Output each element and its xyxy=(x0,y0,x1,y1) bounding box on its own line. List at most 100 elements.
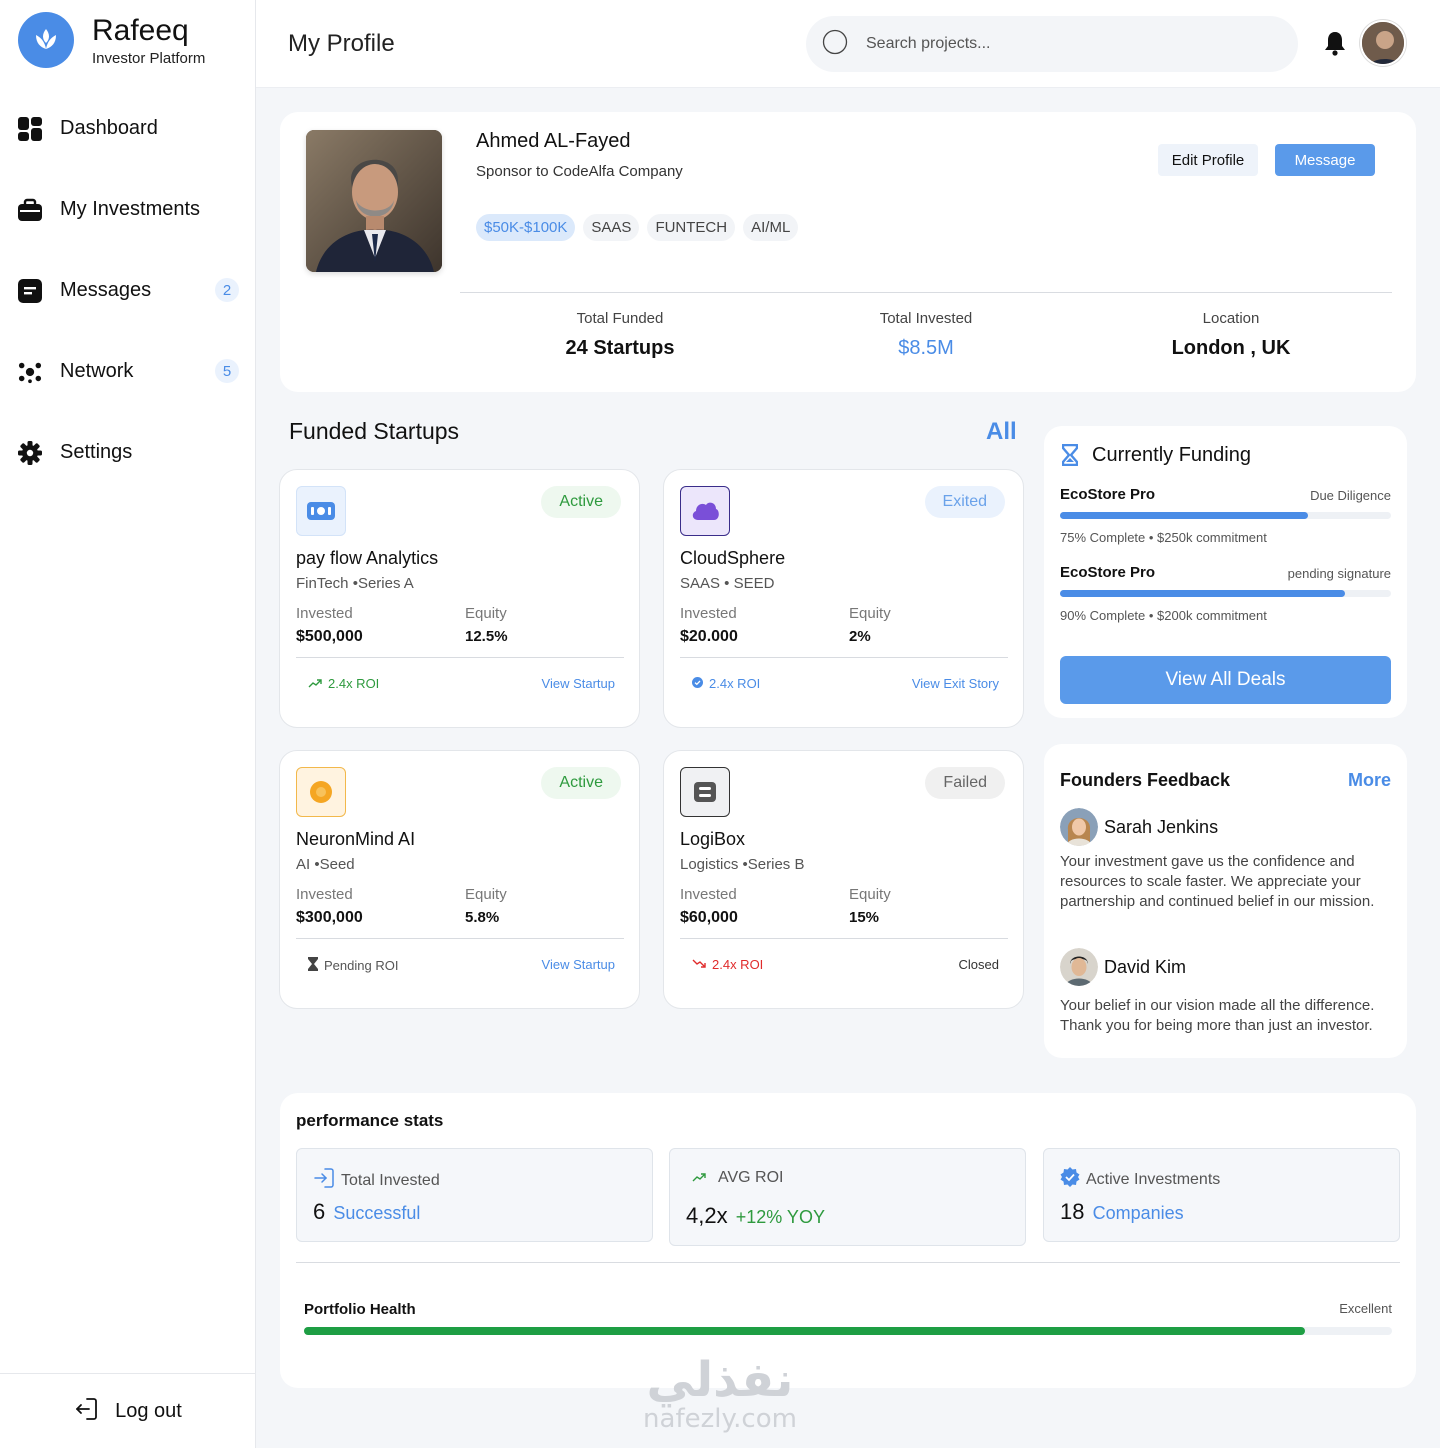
deal-name: EcoStore Pro xyxy=(1060,564,1156,581)
stat-sub: Companies xyxy=(1092,1203,1184,1223)
watermark-latin: nafezly.com xyxy=(643,1404,797,1434)
edit-profile-button[interactable]: Edit Profile xyxy=(1158,144,1258,176)
stat-label: Total Funded xyxy=(576,310,664,327)
startup-card[interactable]: Active pay flow Analytics FinTech •Serie… xyxy=(279,469,640,728)
cloud-icon xyxy=(680,486,730,536)
deal-progress-bar xyxy=(1060,512,1391,519)
feedback-text: Your belief in our vision made all the d… xyxy=(1060,997,1375,1034)
divider xyxy=(296,1262,1400,1263)
status-badge: Active xyxy=(541,767,621,799)
startup-category: AI •Seed xyxy=(296,856,355,873)
deal-stage: pending signature xyxy=(1287,566,1391,581)
deal-name: EcoStore Pro xyxy=(1060,486,1156,503)
startup-card[interactable]: Failed LogiBox Logistics •Series B Inves… xyxy=(663,750,1024,1009)
divider xyxy=(460,292,1392,293)
view-all-deals-button[interactable]: View All Deals xyxy=(1060,656,1391,704)
view-all-startups-link[interactable]: All xyxy=(986,418,1017,446)
user-avatar[interactable] xyxy=(1360,20,1406,66)
view-startup-link[interactable]: View Startup xyxy=(542,957,615,972)
equity-label: Equity xyxy=(849,605,891,622)
avatar xyxy=(1060,808,1098,846)
verified-icon xyxy=(692,676,703,691)
sidebar-item-dashboard[interactable]: Dashboard xyxy=(0,88,255,169)
invested-value: $300,000 xyxy=(296,909,363,926)
roi-value: Pending ROI xyxy=(324,958,399,973)
stat-total-funded: Total Funded 24 Startups xyxy=(500,310,740,360)
invested-label: Invested xyxy=(296,605,353,622)
performance-title: performance stats xyxy=(296,1111,444,1130)
startup-name: pay flow Analytics xyxy=(296,548,439,568)
roi-indicator: 2.4x ROI xyxy=(692,676,760,691)
brand-name: Rafeeq xyxy=(92,13,189,47)
tag-funtech[interactable]: FUNTECH xyxy=(647,214,736,241)
watermark-arabic: نفذلي xyxy=(646,1352,794,1408)
sidebar-nav: Dashboard My Investments Messages 2 Netw… xyxy=(0,88,255,493)
sidebar-item-label: Dashboard xyxy=(60,117,158,139)
startup-name: NeuronMind AI xyxy=(296,829,416,849)
stat-label: Active Investments xyxy=(1086,1170,1221,1188)
roi-indicator: 2.4x ROI xyxy=(308,676,379,691)
more-feedback-link[interactable]: More xyxy=(1348,770,1391,791)
divider xyxy=(680,938,1008,939)
stat-value: 6 xyxy=(313,1199,326,1224)
stat-value: 18 xyxy=(1060,1199,1085,1224)
network-icon xyxy=(18,360,42,384)
roi-value: 2.4x ROI xyxy=(709,676,761,691)
startup-name: LogiBox xyxy=(680,829,746,849)
startup-card[interactable]: Exited CloudSphere SAAS • SEED Invested … xyxy=(663,469,1024,728)
view-startup-link[interactable]: View Startup xyxy=(542,676,615,691)
startup-category: FinTech •Series A xyxy=(296,575,414,592)
sidebar-item-network[interactable]: Network 5 xyxy=(0,331,255,412)
analytics-icon xyxy=(296,486,346,536)
deal-meta: 75% Complete • $250k commitment xyxy=(1060,530,1267,545)
sidebar-item-settings[interactable]: Settings xyxy=(0,412,255,493)
startup-category: SAAS • SEED xyxy=(680,575,775,592)
dashboard-icon xyxy=(18,116,42,141)
brain-chip-icon xyxy=(296,767,346,817)
equity-value: 12.5% xyxy=(465,628,508,645)
gear-icon xyxy=(18,440,42,465)
stat-value: $8.5M xyxy=(898,337,954,359)
startup-name: CloudSphere xyxy=(680,548,786,568)
brand-logo[interactable]: Rafeeq Investor Platform xyxy=(18,12,205,68)
roi-value: 2.4x ROI xyxy=(712,957,764,972)
tag-saas[interactable]: SAAS xyxy=(583,214,640,241)
divider xyxy=(680,657,1008,658)
logout-icon xyxy=(73,1396,99,1427)
sidebar-item-label: Settings xyxy=(60,441,133,463)
founders-feedback-card: Founders Feedback More Sarah Jenkins You… xyxy=(1044,744,1407,1058)
status-badge: Failed xyxy=(925,767,1005,799)
view-exit-story-link[interactable]: View Exit Story xyxy=(912,676,999,691)
bell-icon[interactable] xyxy=(1324,30,1346,61)
invested-label: Invested xyxy=(680,605,737,622)
search-bar[interactable] xyxy=(806,16,1298,72)
sidebar-item-investments[interactable]: My Investments xyxy=(0,169,255,250)
equity-label: Equity xyxy=(465,605,507,622)
message-button[interactable]: Message xyxy=(1275,144,1375,176)
logout-button[interactable]: Log out xyxy=(0,1373,255,1448)
stat-label-row: AVG ROI xyxy=(686,1169,784,1187)
stat-box-total-invested: Total Invested 6 Successful xyxy=(296,1148,653,1242)
logout-label: Log out xyxy=(115,1399,182,1422)
startup-card[interactable]: Active NeuronMind AI AI •Seed Invested E… xyxy=(279,750,640,1009)
tag-investment-range[interactable]: $50K-$100K xyxy=(476,214,576,241)
leaf-logo-icon xyxy=(18,12,74,68)
trend-up-icon xyxy=(308,676,322,691)
performance-stats-card: performance stats Total Invested 6 Succe… xyxy=(280,1093,1416,1388)
funded-startups-title: Funded Startups xyxy=(289,418,460,444)
sidebar-item-label: Messages xyxy=(60,279,152,301)
tag-ai-ml[interactable]: AI/ML xyxy=(743,214,799,241)
deal-progress-fill xyxy=(1060,590,1345,597)
trend-down-icon xyxy=(692,957,706,972)
profile-name: Ahmed AL-Fayed xyxy=(476,130,631,152)
stat-label: Total Invested xyxy=(879,310,973,327)
divider xyxy=(296,657,624,658)
invested-label: Invested xyxy=(680,886,737,903)
search-input[interactable] xyxy=(866,35,1246,53)
divider xyxy=(296,938,624,939)
sidebar: Rafeeq Investor Platform Dashboard My In… xyxy=(0,0,256,1448)
sidebar-item-messages[interactable]: Messages 2 xyxy=(0,250,255,331)
deal-stage: Due Diligence xyxy=(1310,488,1391,503)
watermark-logo: نفذلي nafezly.com xyxy=(600,1355,840,1433)
currently-funding-title: Currently Funding xyxy=(1092,444,1251,466)
